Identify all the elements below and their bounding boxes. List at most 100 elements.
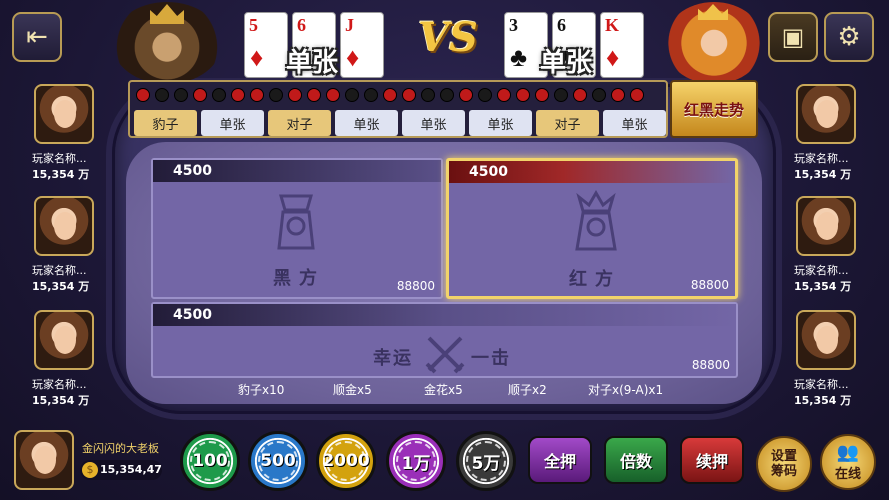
player-avatar[interactable] xyxy=(796,310,856,370)
black-card-3: J ♦ xyxy=(340,12,384,78)
trend-dot-red xyxy=(231,88,245,102)
card-rank: 6 xyxy=(557,15,566,35)
chip-100[interactable]: 100 xyxy=(180,431,240,491)
trend-button[interactable]: 红黑走势 xyxy=(670,80,758,138)
chip-5万[interactable]: 5万 xyxy=(456,431,516,491)
odds-flush: 金花x5 xyxy=(424,383,463,397)
trend-dots xyxy=(136,88,644,102)
double-button[interactable]: 倍数 xyxy=(604,436,668,484)
card-suit: ♦ xyxy=(346,43,360,72)
player-money: 15,354 万 xyxy=(794,168,852,181)
trend-dot-black xyxy=(364,88,378,102)
black-card-1: 5 ♦ xyxy=(244,12,288,78)
chip-2000[interactable]: 2000 xyxy=(316,431,376,491)
lucky-bet-amount: 4500 xyxy=(153,304,736,326)
trend-dot-black xyxy=(345,88,359,102)
odds-pair: 对子x(9-A)x1 xyxy=(588,383,664,397)
player-name: 玩家名称... xyxy=(32,378,87,391)
player-avatar[interactable] xyxy=(34,84,94,144)
trend-dot-red xyxy=(307,88,321,102)
chip-setting-button[interactable]: 设置 筹码 xyxy=(756,436,812,492)
trend-dot-red xyxy=(497,88,511,102)
coin-icon: $ xyxy=(82,462,98,478)
player-name: 玩家名称... xyxy=(32,152,87,165)
trend-dot-red xyxy=(288,88,302,102)
black-area-total: 88800 xyxy=(396,279,435,293)
chip-setting-label-2: 筹码 xyxy=(770,464,797,479)
exit-icon: ⇤ xyxy=(26,22,48,52)
repeat-bet-button[interactable]: 续押 xyxy=(680,436,744,484)
player-name: 玩家名称... xyxy=(794,152,849,165)
online-button[interactable]: 👥 在线 xyxy=(820,434,876,490)
lucky-area-total: 88800 xyxy=(691,358,730,372)
card-suit: ♦ xyxy=(606,43,620,72)
self-avatar[interactable] xyxy=(14,430,74,490)
player-money: 15,354 万 xyxy=(32,280,90,293)
users-icon: 👥 xyxy=(836,442,860,463)
trend-dot-black xyxy=(440,88,454,102)
all-in-button[interactable]: 全押 xyxy=(528,436,592,484)
player-money: 15,354 万 xyxy=(794,280,852,293)
trend-tags: 豹子 单张 对子 单张 单张 单张 对子 单张 xyxy=(134,110,666,136)
exit-button[interactable]: ⇤ xyxy=(12,12,62,62)
card-suit: ♣ xyxy=(510,43,528,72)
tiara-icon xyxy=(698,4,728,20)
card-rank: 3 xyxy=(509,15,518,35)
black-king-icon xyxy=(277,194,315,250)
vs-label: VS xyxy=(418,14,478,61)
red-bet-area[interactable]: 4500 红方 88800 xyxy=(446,158,738,299)
trend-dot-black xyxy=(212,88,226,102)
player-name: 玩家名称... xyxy=(794,378,849,391)
lucky-bet-area[interactable]: 4500 幸运 一击 88800 xyxy=(151,302,738,378)
chip-1万[interactable]: 1万 xyxy=(386,431,446,491)
treasure-button[interactable]: ▣ xyxy=(768,12,818,62)
trend-tag: 单张 xyxy=(201,110,264,136)
card-suit: ♦ xyxy=(250,43,264,72)
player-name: 玩家名称... xyxy=(794,264,849,277)
trend-tag: 豹子 xyxy=(134,110,197,136)
card-rank: 6 xyxy=(297,15,306,35)
trend-dot-red xyxy=(535,88,549,102)
player-avatar[interactable] xyxy=(34,196,94,256)
settings-button[interactable]: ⚙ xyxy=(824,12,874,62)
online-label: 在线 xyxy=(834,467,861,482)
black-bet-amount: 4500 xyxy=(153,160,441,182)
player-avatar[interactable] xyxy=(796,84,856,144)
odds-straight: 顺子x2 xyxy=(508,383,547,397)
self-money-box: $ 15,354,47 xyxy=(80,460,162,480)
lucky-label-left: 幸运 xyxy=(373,348,413,369)
gear-icon: ⚙ xyxy=(837,22,861,52)
trend-tag: 单张 xyxy=(402,110,465,136)
trend-dot-red xyxy=(516,88,530,102)
trend-dot-black xyxy=(592,88,606,102)
trend-dot-black xyxy=(269,88,283,102)
self-money: 15,354,47 xyxy=(100,463,162,476)
crossed-swords-icon xyxy=(425,336,465,374)
trend-tag: 单张 xyxy=(603,110,666,136)
black-area-label: 黑方 xyxy=(273,268,325,289)
odds-leopard: 豹子x10 xyxy=(238,383,285,397)
chip-label: 5万 xyxy=(471,453,501,474)
player-avatar[interactable] xyxy=(796,196,856,256)
black-bet-area[interactable]: 4500 黑方 88800 xyxy=(151,158,443,299)
red-hand-type: 单张 xyxy=(540,48,593,78)
red-bet-amount: 4500 xyxy=(449,161,735,183)
red-queen-icon xyxy=(575,190,617,251)
trend-tag: 单张 xyxy=(469,110,532,136)
player-avatar[interactable] xyxy=(34,310,94,370)
player-money: 15,354 万 xyxy=(32,168,90,181)
trend-dot-red xyxy=(383,88,397,102)
odds-straight-flush: 顺金x5 xyxy=(333,383,372,397)
trend-dot-black xyxy=(554,88,568,102)
player-money: 15,354 万 xyxy=(794,394,852,407)
black-hand-type: 单张 xyxy=(286,48,339,78)
trend-dot-black xyxy=(478,88,492,102)
red-card-3: K ♦ xyxy=(600,12,644,78)
treasure-chest-icon: ▣ xyxy=(781,23,805,51)
card-rank: 5 xyxy=(249,15,258,35)
trend-tag: 对子 xyxy=(536,110,599,136)
black-king-character xyxy=(112,2,222,84)
chip-label: 500 xyxy=(260,451,296,471)
chip-setting-label-1: 设置 xyxy=(770,449,797,464)
chip-500[interactable]: 500 xyxy=(248,431,308,491)
